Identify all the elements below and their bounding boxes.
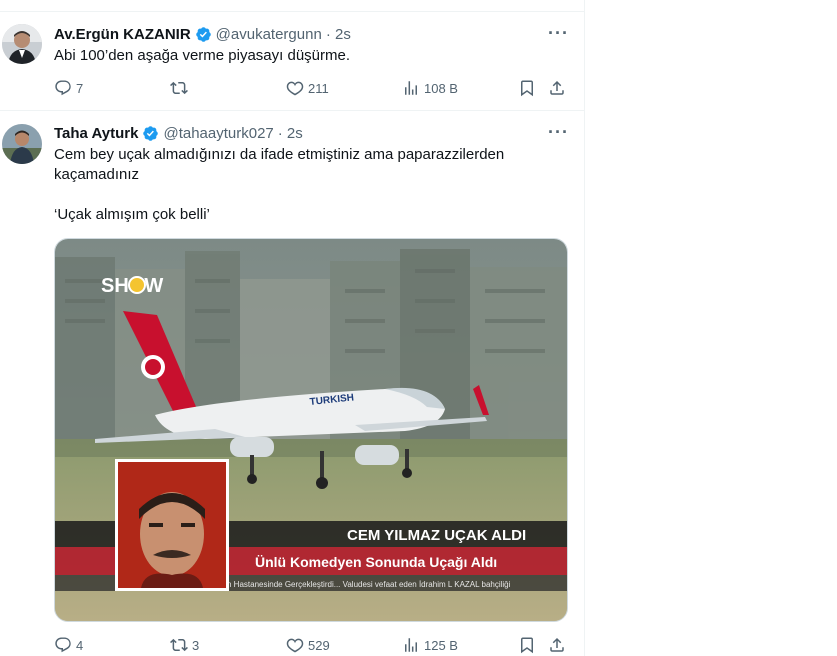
show-logo: SHOW: [101, 275, 163, 297]
author-name[interactable]: Taha Ayturk: [54, 125, 138, 142]
more-icon[interactable]: ···: [548, 123, 568, 145]
more-icon[interactable]: ···: [548, 24, 568, 46]
avatar-image: [2, 124, 42, 164]
reply-count: 7: [76, 80, 84, 96]
like-count: 211: [308, 80, 329, 96]
author-handle[interactable]: @avukatergunn: [216, 26, 322, 43]
views-button[interactable]: 108 B: [402, 78, 458, 98]
tweet-text-line: Cem bey uçak almadığınızı da ifade etmiş…: [54, 146, 505, 163]
retweet-button[interactable]: 3: [170, 635, 199, 655]
tweet[interactable]: Av.Ergün KAZANIR @avukatergunn · 2s ··· …: [0, 12, 584, 110]
tweet-text-line: kaçamadınız: [54, 166, 140, 183]
news-headline: CEM YILMAZ UÇAK ALDI: [347, 527, 526, 544]
tweet-media-image[interactable]: SHOW TURKISH: [54, 238, 568, 622]
reply-icon: [55, 637, 71, 653]
bookmark-button[interactable]: [518, 635, 536, 655]
tweet-text: Cem bey uçak almadığınızı da ifade etmiş…: [54, 145, 564, 225]
views-count: 108 B: [424, 80, 458, 96]
news-ticker: n Hastanesinde Gerçekleştirdi... Valudes…: [227, 580, 511, 589]
verified-badge-icon: [195, 26, 211, 42]
timestamp[interactable]: · 2s: [278, 125, 303, 142]
reply-icon: [55, 80, 71, 96]
avatar[interactable]: [2, 24, 42, 64]
like-icon: [286, 638, 304, 653]
tweet-quote-line: ‘Uçak almışım çok belli’: [54, 206, 210, 223]
author-handle[interactable]: @tahaayturk027: [163, 125, 273, 142]
share-icon: [550, 637, 564, 652]
views-icon: [405, 638, 417, 652]
timestamp[interactable]: · 2s: [326, 26, 351, 43]
tweet-actions: 4 3 529 125 B: [54, 635, 570, 655]
share-icon: [550, 80, 564, 95]
bookmark-icon: [521, 80, 533, 97]
retweet-button[interactable]: [170, 78, 192, 98]
views-count: 125 B: [424, 637, 458, 653]
like-button[interactable]: 529: [286, 635, 330, 655]
bookmark-button[interactable]: [518, 78, 536, 98]
views-button[interactable]: 125 B: [402, 635, 458, 655]
share-button[interactable]: [548, 635, 566, 655]
share-button[interactable]: [548, 78, 566, 98]
verified-badge-icon: [143, 125, 159, 141]
reply-button[interactable]: 4: [54, 635, 83, 655]
like-count: 529: [308, 637, 330, 653]
tweet-text: Abi 100’den aşağa verme piyasayı düşürme…: [54, 47, 351, 64]
timeline-feed: Av.Ergün KAZANIR @avukatergunn · 2s ··· …: [0, 0, 585, 656]
avatar[interactable]: [2, 124, 42, 164]
tweet-actions: 7 211 108 B: [54, 78, 570, 98]
tweet-header: Taha Ayturk @tahaayturk027 · 2s: [54, 123, 303, 143]
retweet-count: 3: [192, 637, 200, 653]
tweet-header: Av.Ergün KAZANIR @avukatergunn · 2s: [54, 24, 351, 44]
bookmark-icon: [521, 637, 533, 654]
views-icon: [405, 81, 417, 95]
avatar-image: [2, 24, 42, 64]
retweet-icon: [170, 638, 188, 652]
reply-count: 4: [76, 637, 84, 653]
media-scene: SHOW TURKISH: [55, 239, 567, 621]
reply-button[interactable]: 7: [54, 78, 83, 98]
news-subheadline: Ünlü Komedyen Sonunda Uçağı Aldı: [255, 554, 497, 570]
inset-portrait: [115, 459, 229, 591]
retweet-icon: [170, 81, 188, 95]
like-button[interactable]: 211: [286, 78, 329, 98]
like-icon: [286, 81, 304, 96]
author-name[interactable]: Av.Ergün KAZANIR: [54, 26, 191, 43]
